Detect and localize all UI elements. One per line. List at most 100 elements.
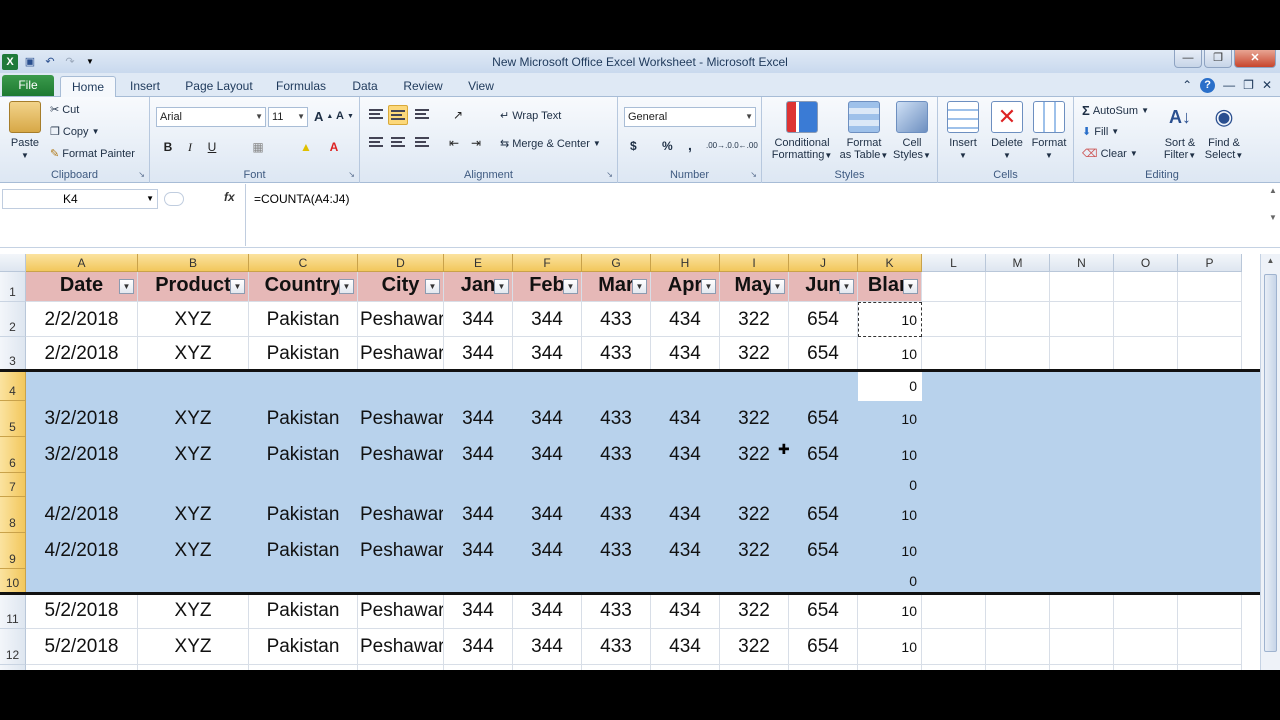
header-cell-country[interactable]: Country ▼ [249,272,358,302]
vertical-scrollbar[interactable]: ▲ [1260,254,1280,670]
data-cell[interactable] [720,569,789,593]
filter-dropdown-icon[interactable]: ▼ [119,279,134,294]
underline-button[interactable]: U [202,137,222,157]
data-cell[interactable]: 434 [651,337,720,371]
empty-cell[interactable] [1050,272,1114,302]
align-top-icon[interactable] [366,105,386,125]
empty-cell[interactable] [1178,337,1242,371]
data-cell[interactable]: Peshawar [358,437,444,473]
data-cell[interactable] [513,371,582,401]
orientation-icon[interactable]: ↗ [448,105,468,125]
data-cell[interactable] [789,371,858,401]
merge-center-button[interactable]: ⇆ Merge & Center ▼ [500,137,601,151]
tab-home[interactable]: Home [60,76,116,98]
filter-dropdown-icon[interactable]: ▼ [632,279,647,294]
data-cell[interactable]: 322 [720,302,789,337]
column-header-a[interactable]: A [26,254,138,272]
data-cell[interactable]: 433 [582,302,651,337]
data-cell[interactable]: 5/2/2018 [26,593,138,629]
data-cell[interactable]: 654 [789,302,858,337]
tab-data[interactable]: Data [344,76,386,97]
data-cell[interactable] [651,371,720,401]
column-header-i[interactable]: I [720,254,789,272]
tab-file[interactable]: File [2,75,54,96]
data-cell[interactable]: XYZ [138,629,249,665]
data-cell[interactable]: 344 [444,629,513,665]
column-header-m[interactable]: M [986,254,1050,272]
scroll-up-icon[interactable]: ▲ [1261,254,1280,268]
data-cell[interactable]: 434 [651,497,720,533]
empty-cell[interactable] [1050,302,1114,337]
clipboard-launcher-icon[interactable]: ↘ [138,170,145,179]
row-header[interactable]: 5 [0,401,26,437]
filter-dropdown-icon[interactable]: ▼ [230,279,245,294]
data-cell[interactable]: 654 [789,401,858,437]
empty-cell[interactable] [1178,371,1242,401]
empty-cell[interactable] [922,437,986,473]
column-header-h[interactable]: H [651,254,720,272]
empty-cell[interactable] [986,665,1050,670]
sort-filter-button[interactable]: A↓ Sort & Filter▼ [1158,101,1202,162]
data-cell[interactable]: 2/2/2018 [26,337,138,371]
copy-button[interactable]: ❐ Copy ▼ [50,125,99,139]
data-cell[interactable]: 344 [513,593,582,629]
row-header[interactable]: 1 [0,272,26,302]
empty-cell[interactable] [1050,497,1114,533]
data-cell[interactable] [26,473,138,497]
empty-cell[interactable] [1178,569,1242,593]
minimize-ribbon-icon[interactable]: ⌃ [1182,78,1192,93]
row-header[interactable]: 3 [0,337,26,371]
data-cell[interactable]: XYZ [138,533,249,569]
data-cell[interactable]: 434 [651,533,720,569]
empty-cell[interactable] [1178,497,1242,533]
column-header-n[interactable]: N [1050,254,1114,272]
row-header[interactable]: 7 [0,473,26,497]
data-cell[interactable]: Pakistan [249,533,358,569]
insert-function-icon[interactable]: fx [224,190,235,204]
data-cell[interactable] [249,473,358,497]
data-cell[interactable] [513,569,582,593]
italic-button[interactable]: I [180,137,200,157]
save-icon[interactable]: ▣ [22,54,38,70]
formula-resize-handle[interactable] [164,192,184,206]
data-cell[interactable] [26,569,138,593]
tab-page-layout[interactable]: Page Layout [180,76,258,97]
data-cell[interactable]: 5/2/2018 [26,629,138,665]
data-cell[interactable]: 434 [651,401,720,437]
empty-cell[interactable] [986,371,1050,401]
data-cell[interactable] [582,569,651,593]
data-cell[interactable]: 433 [582,437,651,473]
data-cell[interactable] [582,371,651,401]
format-painter-button[interactable]: ✎ Format Painter [50,147,135,161]
minimize-button[interactable]: — [1174,50,1202,68]
column-header-e[interactable]: E [444,254,513,272]
empty-cell[interactable] [1050,629,1114,665]
data-cell[interactable]: 344 [444,533,513,569]
align-center-icon[interactable] [388,133,408,153]
column-header-k[interactable]: K [858,254,922,272]
data-cell[interactable]: 3/2/2018 [26,437,138,473]
data-cell[interactable]: 434 [651,437,720,473]
filter-dropdown-icon[interactable]: ▼ [494,279,509,294]
empty-cell[interactable] [986,569,1050,593]
increase-indent-icon[interactable]: ⇥ [466,133,486,153]
empty-cell[interactable] [1178,401,1242,437]
data-cell[interactable] [582,665,651,670]
filter-dropdown-icon[interactable]: ▼ [903,279,918,294]
data-cell[interactable]: 434 [651,302,720,337]
count-cell[interactable]: 10 [858,302,922,337]
data-cell[interactable]: 322 [720,497,789,533]
data-cell[interactable]: 433 [582,593,651,629]
empty-cell[interactable] [1050,473,1114,497]
select-all-corner[interactable] [0,254,26,272]
find-select-button[interactable]: ◉ Find & Select▼ [1202,101,1246,162]
workbook-close-icon[interactable]: ✕ [1262,78,1272,93]
borders-icon[interactable]: ▦ [248,137,268,157]
data-cell[interactable]: 322 [720,337,789,371]
data-cell[interactable]: 322 [720,629,789,665]
empty-cell[interactable] [1178,665,1242,670]
data-cell[interactable]: 322 [720,593,789,629]
cut-button[interactable]: ✂ Cut [50,103,79,117]
empty-cell[interactable] [1114,371,1178,401]
header-cell-city[interactable]: City ▼ [358,272,444,302]
